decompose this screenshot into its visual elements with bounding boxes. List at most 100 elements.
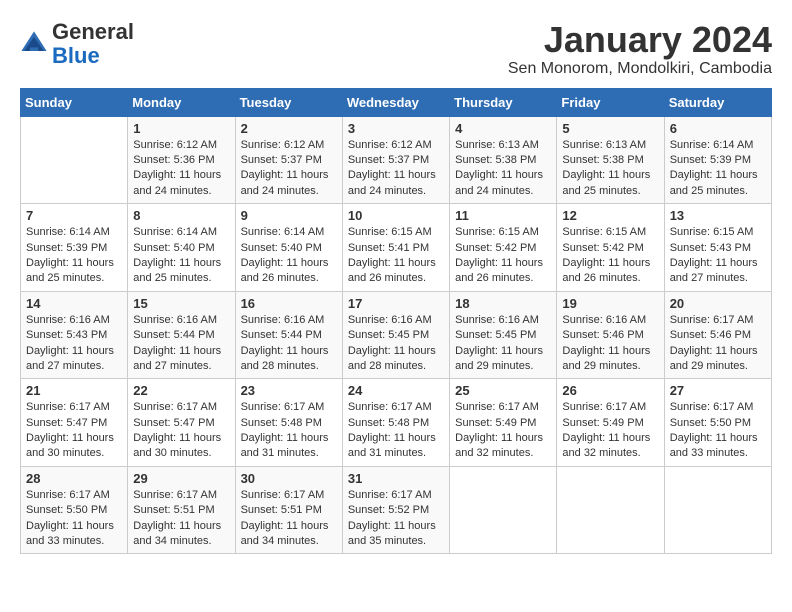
- day-number: 14: [26, 296, 122, 311]
- day-cell: 12 Sunrise: 6:15 AM Sunset: 5:42 PM Dayli…: [557, 204, 664, 292]
- day-info: Sunrise: 6:17 AM Sunset: 5:51 PM Dayligh…: [241, 488, 337, 550]
- day-info: Sunrise: 6:14 AM Sunset: 5:40 PM Dayligh…: [133, 225, 229, 287]
- day-info: Sunrise: 6:17 AM Sunset: 5:51 PM Dayligh…: [133, 488, 229, 550]
- day-info: Sunrise: 6:17 AM Sunset: 5:46 PM Dayligh…: [670, 313, 766, 375]
- day-cell: 27 Sunrise: 6:17 AM Sunset: 5:50 PM Dayli…: [664, 379, 771, 467]
- day-info: Sunrise: 6:14 AM Sunset: 5:39 PM Dayligh…: [670, 138, 766, 200]
- day-cell: 13 Sunrise: 6:15 AM Sunset: 5:43 PM Dayli…: [664, 204, 771, 292]
- day-number: 12: [562, 208, 658, 223]
- day-cell: 21 Sunrise: 6:17 AM Sunset: 5:47 PM Dayli…: [21, 379, 128, 467]
- day-number: 22: [133, 383, 229, 398]
- calendar-table: SundayMondayTuesdayWednesdayThursdayFrid…: [20, 88, 772, 555]
- logo-blue-text: Blue: [52, 43, 100, 68]
- week-row-2: 7Sunrise: 6:14 AM Sunset: 5:39 PM Daylig…: [21, 204, 772, 292]
- day-number: 15: [133, 296, 229, 311]
- page-header: General Blue January 2024 Sen Monorom, M…: [20, 20, 772, 78]
- day-cell: 9Sunrise: 6:14 AM Sunset: 5:40 PM Daylig…: [235, 204, 342, 292]
- day-info: Sunrise: 6:16 AM Sunset: 5:45 PM Dayligh…: [455, 313, 551, 375]
- day-number: 27: [670, 383, 766, 398]
- month-title: January 2024: [508, 20, 772, 60]
- day-cell: 10 Sunrise: 6:15 AM Sunset: 5:41 PM Dayli…: [342, 204, 449, 292]
- logo-icon: [20, 30, 48, 58]
- weekday-header-friday: Friday: [557, 88, 664, 116]
- day-info: Sunrise: 6:17 AM Sunset: 5:48 PM Dayligh…: [241, 400, 337, 462]
- day-number: 4: [455, 121, 551, 136]
- day-cell: 4 Sunrise: 6:13 AM Sunset: 5:38 PM Daylig…: [450, 116, 557, 204]
- day-number: 10: [348, 208, 444, 223]
- day-number: 26: [562, 383, 658, 398]
- day-number: 21: [26, 383, 122, 398]
- weekday-header-sunday: Sunday: [21, 88, 128, 116]
- day-number: 16: [241, 296, 337, 311]
- day-cell: 8 Sunrise: 6:14 AM Sunset: 5:40 PM Daylig…: [128, 204, 235, 292]
- day-cell: [450, 466, 557, 554]
- weekday-header-tuesday: Tuesday: [235, 88, 342, 116]
- day-cell: 16 Sunrise: 6:16 AM Sunset: 5:44 PM Dayli…: [235, 291, 342, 379]
- day-info: Sunrise: 6:13 AM Sunset: 5:38 PM Dayligh…: [562, 138, 658, 200]
- day-info: Sunrise: 6:17 AM Sunset: 5:47 PM Dayligh…: [26, 400, 122, 462]
- day-cell: 18 Sunrise: 6:16 AM Sunset: 5:45 PM Dayli…: [450, 291, 557, 379]
- day-cell: 1 Sunrise: 6:12 AM Sunset: 5:36 PM Daylig…: [128, 116, 235, 204]
- day-info: Sunrise: 6:12 AM Sunset: 5:36 PM Dayligh…: [133, 138, 229, 200]
- day-cell: 14 Sunrise: 6:16 AM Sunset: 5:43 PM Dayli…: [21, 291, 128, 379]
- day-info: Sunrise: 6:14 AM Sunset: 5:40 PM Dayligh…: [241, 225, 337, 287]
- day-number: 7: [26, 208, 122, 223]
- day-info: Sunrise: 6:15 AM Sunset: 5:43 PM Dayligh…: [670, 225, 766, 287]
- day-info: Sunrise: 6:16 AM Sunset: 5:44 PM Dayligh…: [133, 313, 229, 375]
- week-row-3: 14 Sunrise: 6:16 AM Sunset: 5:43 PM Dayli…: [21, 291, 772, 379]
- day-number: 17: [348, 296, 444, 311]
- day-cell: 25 Sunrise: 6:17 AM Sunset: 5:49 PM Dayli…: [450, 379, 557, 467]
- day-cell: 11Sunrise: 6:15 AM Sunset: 5:42 PM Dayli…: [450, 204, 557, 292]
- week-row-5: 28 Sunrise: 6:17 AM Sunset: 5:50 PM Dayli…: [21, 466, 772, 554]
- day-number: 19: [562, 296, 658, 311]
- logo-general-text: General: [52, 19, 134, 44]
- day-cell: [557, 466, 664, 554]
- day-info: Sunrise: 6:17 AM Sunset: 5:50 PM Dayligh…: [26, 488, 122, 550]
- day-info: Sunrise: 6:13 AM Sunset: 5:38 PM Dayligh…: [455, 138, 551, 200]
- day-info: Sunrise: 6:16 AM Sunset: 5:43 PM Dayligh…: [26, 313, 122, 375]
- day-number: 18: [455, 296, 551, 311]
- day-cell: 3 Sunrise: 6:12 AM Sunset: 5:37 PM Daylig…: [342, 116, 449, 204]
- weekday-header-monday: Monday: [128, 88, 235, 116]
- day-cell: 24Sunrise: 6:17 AM Sunset: 5:48 PM Dayli…: [342, 379, 449, 467]
- day-cell: 26Sunrise: 6:17 AM Sunset: 5:49 PM Dayli…: [557, 379, 664, 467]
- day-number: 1: [133, 121, 229, 136]
- day-info: Sunrise: 6:17 AM Sunset: 5:49 PM Dayligh…: [455, 400, 551, 462]
- day-number: 6: [670, 121, 766, 136]
- weekday-header-saturday: Saturday: [664, 88, 771, 116]
- day-info: Sunrise: 6:15 AM Sunset: 5:42 PM Dayligh…: [562, 225, 658, 287]
- day-info: Sunrise: 6:17 AM Sunset: 5:52 PM Dayligh…: [348, 488, 444, 550]
- day-number: 20: [670, 296, 766, 311]
- week-row-4: 21 Sunrise: 6:17 AM Sunset: 5:47 PM Dayli…: [21, 379, 772, 467]
- day-cell: 7Sunrise: 6:14 AM Sunset: 5:39 PM Daylig…: [21, 204, 128, 292]
- day-cell: 29 Sunrise: 6:17 AM Sunset: 5:51 PM Dayli…: [128, 466, 235, 554]
- day-info: Sunrise: 6:12 AM Sunset: 5:37 PM Dayligh…: [348, 138, 444, 200]
- day-number: 5: [562, 121, 658, 136]
- day-cell: 15 Sunrise: 6:16 AM Sunset: 5:44 PM Dayli…: [128, 291, 235, 379]
- day-cell: 19Sunrise: 6:16 AM Sunset: 5:46 PM Dayli…: [557, 291, 664, 379]
- day-cell: [664, 466, 771, 554]
- weekday-header-thursday: Thursday: [450, 88, 557, 116]
- day-cell: 2Sunrise: 6:12 AM Sunset: 5:37 PM Daylig…: [235, 116, 342, 204]
- day-info: Sunrise: 6:16 AM Sunset: 5:44 PM Dayligh…: [241, 313, 337, 375]
- day-cell: [21, 116, 128, 204]
- day-number: 23: [241, 383, 337, 398]
- day-cell: 22Sunrise: 6:17 AM Sunset: 5:47 PM Dayli…: [128, 379, 235, 467]
- day-cell: 17 Sunrise: 6:16 AM Sunset: 5:45 PM Dayli…: [342, 291, 449, 379]
- day-info: Sunrise: 6:17 AM Sunset: 5:50 PM Dayligh…: [670, 400, 766, 462]
- day-cell: 23 Sunrise: 6:17 AM Sunset: 5:48 PM Dayli…: [235, 379, 342, 467]
- day-cell: 20 Sunrise: 6:17 AM Sunset: 5:46 PM Dayli…: [664, 291, 771, 379]
- day-cell: 6 Sunrise: 6:14 AM Sunset: 5:39 PM Daylig…: [664, 116, 771, 204]
- day-number: 8: [133, 208, 229, 223]
- day-number: 28: [26, 471, 122, 486]
- day-number: 13: [670, 208, 766, 223]
- day-info: Sunrise: 6:16 AM Sunset: 5:45 PM Dayligh…: [348, 313, 444, 375]
- day-info: Sunrise: 6:15 AM Sunset: 5:41 PM Dayligh…: [348, 225, 444, 287]
- day-number: 11: [455, 208, 551, 223]
- day-number: 3: [348, 121, 444, 136]
- title-area: January 2024 Sen Monorom, Mondolkiri, Ca…: [508, 20, 772, 78]
- day-number: 24: [348, 383, 444, 398]
- weekday-header-wednesday: Wednesday: [342, 88, 449, 116]
- day-number: 25: [455, 383, 551, 398]
- day-number: 29: [133, 471, 229, 486]
